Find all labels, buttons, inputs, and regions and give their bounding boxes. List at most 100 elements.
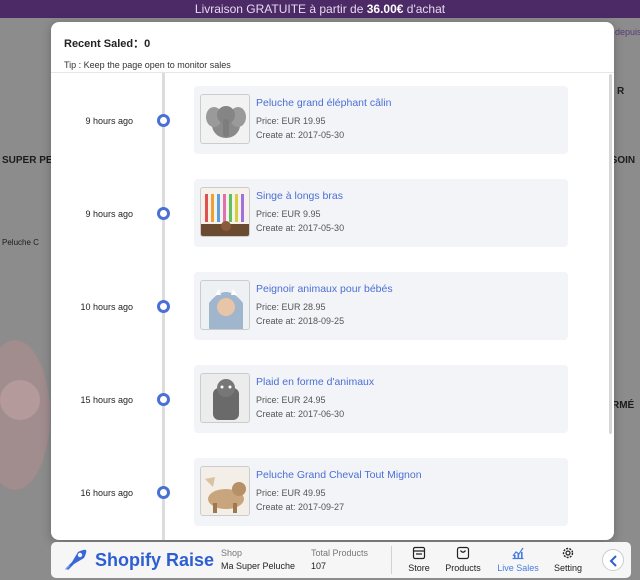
shop-name: Ma Super Peluche [221,561,296,571]
live-sales-modal: Recent Saled：0 Tip : Keep the page open … [51,22,614,540]
product-card[interactable]: Peignoir animaux pour bébés Price: EUR 2… [194,272,568,340]
background-snippet: depuis [615,27,640,37]
price-prefix: Price: [256,302,282,312]
product-thumbnail[interactable] [200,280,250,330]
timeline-dot [157,393,170,406]
shop-label: Shop [221,548,243,558]
product-thumbnail[interactable] [200,466,250,516]
date-prefix: Create at: [256,316,299,326]
product-created-date: Create at: 2017-06-30 [256,409,344,419]
sale-entry: 9 hours ago Singe à longs bras Price: EU… [51,179,614,247]
product-price: Price: EUR 49.95 [256,488,326,498]
tab-setting-label: Setting [553,563,583,573]
product-created-date: Create at: 2017-05-30 [256,223,344,233]
total-products-value: 107 [311,561,327,571]
sales-timeline[interactable]: 9 hours ago Peluche grand éléphant câlin… [51,73,614,540]
app-title: Shopify Raise [95,550,215,570]
product-name-link[interactable]: Peluche Grand Cheval Tout Mignon [256,469,422,481]
sale-time: 10 hours ago [80,302,133,312]
sale-entry: 16 hours ago Peluche Grand Cheval Tout M… [51,458,614,526]
price-value: EUR 24.95 [281,395,326,405]
product-card[interactable]: Plaid en forme d'animaux Price: EUR 24.9… [194,365,568,433]
product-name-link[interactable]: Plaid en forme d'animaux [256,376,374,388]
timeline-dot [157,486,170,499]
recent-sales-line: Recent Saled：0 [64,35,601,51]
tab-store-label: Store [408,563,430,573]
date-prefix: Create at: [256,409,299,419]
timeline-dot [157,114,170,127]
background-breadcrumb: Peluche C [2,238,39,247]
background-plush-detail [0,380,40,420]
price-prefix: Price: [256,395,282,405]
date-value: 2017-06-30 [298,409,345,419]
background-heading-left: SUPER PE [2,155,53,166]
promo-amount: 36.00€ [366,2,404,16]
product-created-date: Create at: 2018-09-25 [256,316,344,326]
background-snippet-3: RMÉ [612,400,635,411]
product-card[interactable]: Peluche Grand Cheval Tout Mignon Price: … [194,458,568,526]
price-value: EUR 19.95 [281,116,326,126]
sale-time: 9 hours ago [85,209,133,219]
modal-header: Recent Saled：0 Tip : Keep the page open … [51,22,614,73]
promo-text-end: d'achat [403,2,446,16]
sale-entry: 15 hours ago Plaid en forme d'animaux Pr… [51,365,614,433]
product-price: Price: EUR 9.95 [256,209,321,219]
product-name-link[interactable]: Peluche grand éléphant câlin [256,97,391,109]
gear-icon [562,547,574,559]
timeline-dot [157,300,170,313]
appbar-divider [391,546,392,574]
date-prefix: Create at: [256,502,299,512]
product-thumbnail[interactable] [200,373,250,423]
tab-products[interactable]: Products [440,545,486,575]
product-created-date: Create at: 2017-05-30 [256,130,344,140]
recent-sales-count: 0 [144,38,151,50]
timeline-scrollbar[interactable] [609,74,612,434]
product-thumbnail[interactable] [200,187,250,237]
price-value: EUR 9.95 [281,209,321,219]
date-value: 2018-09-25 [298,316,345,326]
chevron-left-icon [609,555,617,567]
total-products-label: Total Products [311,548,369,558]
product-name-link[interactable]: Singe à longs bras [256,190,343,202]
tab-live-sales-label: Live Sales [497,563,539,573]
product-created-date: Create at: 2017-09-27 [256,502,344,512]
date-value: 2017-09-27 [298,502,345,512]
product-name-link[interactable]: Peignoir animaux pour bébés [256,283,393,295]
date-value: 2017-05-30 [298,130,345,140]
timeline-dot [157,207,170,220]
collapse-button[interactable] [602,549,624,571]
price-prefix: Price: [256,209,282,219]
product-card[interactable]: Singe à longs bras Price: EUR 9.95 Creat… [194,179,568,247]
tab-live-sales[interactable]: Live Sales [495,545,541,575]
bag-icon [456,546,470,560]
shopify-raise-bar: Shopify Raise Shop Ma Super Peluche Tota… [51,542,631,578]
price-value: EUR 49.95 [281,488,326,498]
rocket-icon [62,548,88,572]
promo-text: Livraison GRATUITE à partir de [194,2,367,16]
sale-entry: 9 hours ago Peluche grand éléphant câlin… [51,86,614,154]
tip-text: Tip : Keep the page open to monitor sale… [64,60,231,70]
promo-banner: Livraison GRATUITE à partir de 36.00€ d'… [0,0,640,18]
price-prefix: Price: [256,488,282,498]
tab-setting[interactable]: Setting [545,545,591,575]
recent-sales-label: Recent Saled： [64,38,145,50]
tab-store[interactable]: Store [396,545,442,575]
tab-products-label: Products [445,563,481,573]
sale-time: 15 hours ago [80,395,133,405]
product-price: Price: EUR 24.95 [256,395,326,405]
sale-time: 16 hours ago [80,488,133,498]
store-icon [412,546,426,560]
chart-icon [512,547,524,560]
price-prefix: Price: [256,116,282,126]
date-prefix: Create at: [256,223,299,233]
product-card[interactable]: Peluche grand éléphant câlin Price: EUR … [194,86,568,154]
date-value: 2017-05-30 [298,223,345,233]
product-price: Price: EUR 28.95 [256,302,326,312]
price-value: EUR 28.95 [281,302,326,312]
product-price: Price: EUR 19.95 [256,116,326,126]
sale-time: 9 hours ago [85,116,133,126]
date-prefix: Create at: [256,130,299,140]
background-snippet-2: R [617,86,625,97]
product-thumbnail[interactable] [200,94,250,144]
sale-entry: 10 hours ago Peignoir animaux pour bébés… [51,272,614,340]
